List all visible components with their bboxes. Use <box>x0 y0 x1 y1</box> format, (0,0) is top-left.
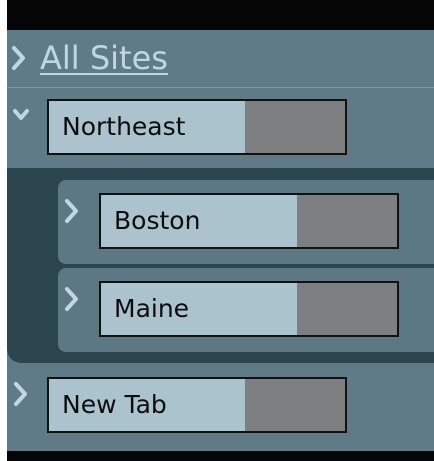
chevron-right-icon[interactable] <box>63 285 81 313</box>
chevron-down-icon[interactable] <box>12 102 30 130</box>
tree-node-box-boston[interactable]: Boston <box>99 193 399 249</box>
tree-node-progress <box>245 101 345 153</box>
chevron-right-icon[interactable] <box>10 44 28 72</box>
top-bar <box>7 0 434 30</box>
tree-node-boston[interactable]: Boston <box>58 180 434 264</box>
all-sites-row[interactable]: All Sites <box>7 30 434 88</box>
tree-panel: All Sites Northeast Boston Maine New Tab <box>7 0 434 461</box>
tree-node-progress <box>297 283 397 335</box>
tree-node-maine[interactable]: Maine <box>58 268 434 352</box>
tree-node-box-northeast[interactable]: Northeast <box>47 99 347 155</box>
tree-node-box-maine[interactable]: Maine <box>99 281 399 337</box>
tree-node-progress <box>245 379 345 431</box>
tree-node-new-tab[interactable]: New Tab <box>7 368 434 450</box>
tree-node-progress <box>297 195 397 247</box>
northeast-children: Boston Maine <box>7 168 434 363</box>
tree-node-label: Maine <box>114 294 190 323</box>
tree-node-northeast[interactable]: Northeast <box>7 88 434 168</box>
bottom-bar <box>7 451 434 461</box>
tree-node-box-new-tab[interactable]: New Tab <box>47 377 347 433</box>
all-sites-link[interactable]: All Sites <box>40 38 168 78</box>
tree-node-label: New Tab <box>62 390 167 419</box>
chevron-right-icon[interactable] <box>12 380 30 408</box>
chevron-right-icon[interactable] <box>63 197 81 225</box>
tree-node-label: Boston <box>114 206 201 235</box>
tree-node-label: Northeast <box>62 112 186 141</box>
